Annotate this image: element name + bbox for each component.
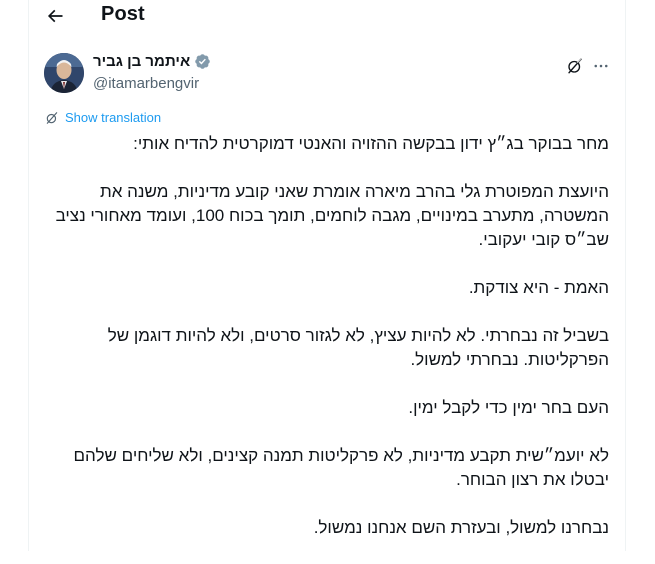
avatar-image [44, 53, 84, 93]
grok-icon [568, 58, 582, 74]
post-paragraph: היועצת המפוטרת גלי בהרב מיארה אומרת שאני… [55, 182, 609, 249]
post-paragraph: נבחרנו למשול, ובעזרת השם אנחנו נמשול. [313, 518, 609, 537]
post-paragraph: האמת - היא צודקת. [468, 278, 609, 297]
grok-button[interactable] [563, 54, 587, 78]
post-paragraph: מחר בבוקר בג״ץ ידון בבקשה ההזויה והאנטי … [133, 134, 609, 153]
author-handle[interactable]: @itamarbengvir [93, 75, 199, 92]
author-name[interactable]: איתמר בן גביר [93, 53, 190, 70]
more-horizontal-icon [594, 64, 608, 68]
verified-badge-icon[interactable] [194, 53, 211, 70]
post-paragraph: בשביל זה נבחרתי. לא להיות עציץ, לא לגזור… [107, 326, 609, 369]
post-text: מחר בבוקר בג״ץ ידון בבקשה ההזויה והאנטי … [43, 132, 609, 564]
page-title: Post [101, 3, 145, 25]
more-options-button[interactable] [589, 54, 613, 78]
avatar[interactable] [44, 53, 84, 93]
back-button[interactable] [39, 2, 71, 30]
translate-icon [46, 111, 58, 124]
arrow-left-icon [47, 9, 63, 23]
post-paragraph: העם בחר ימין כדי לקבל ימין. [408, 398, 609, 417]
post-paragraph: לא יועמ״שית תקבע מדיניות, לא פרקליטות תמ… [73, 446, 609, 489]
post-detail-panel: Post איתמר בן גביר @itamarbengvir Show t… [28, 0, 626, 551]
page-header: Post [29, 0, 625, 34]
author-name-row: איתמר בן גביר [93, 53, 211, 70]
show-translation-link[interactable]: Show translation [45, 110, 161, 125]
show-translation-label[interactable]: Show translation [65, 110, 161, 125]
